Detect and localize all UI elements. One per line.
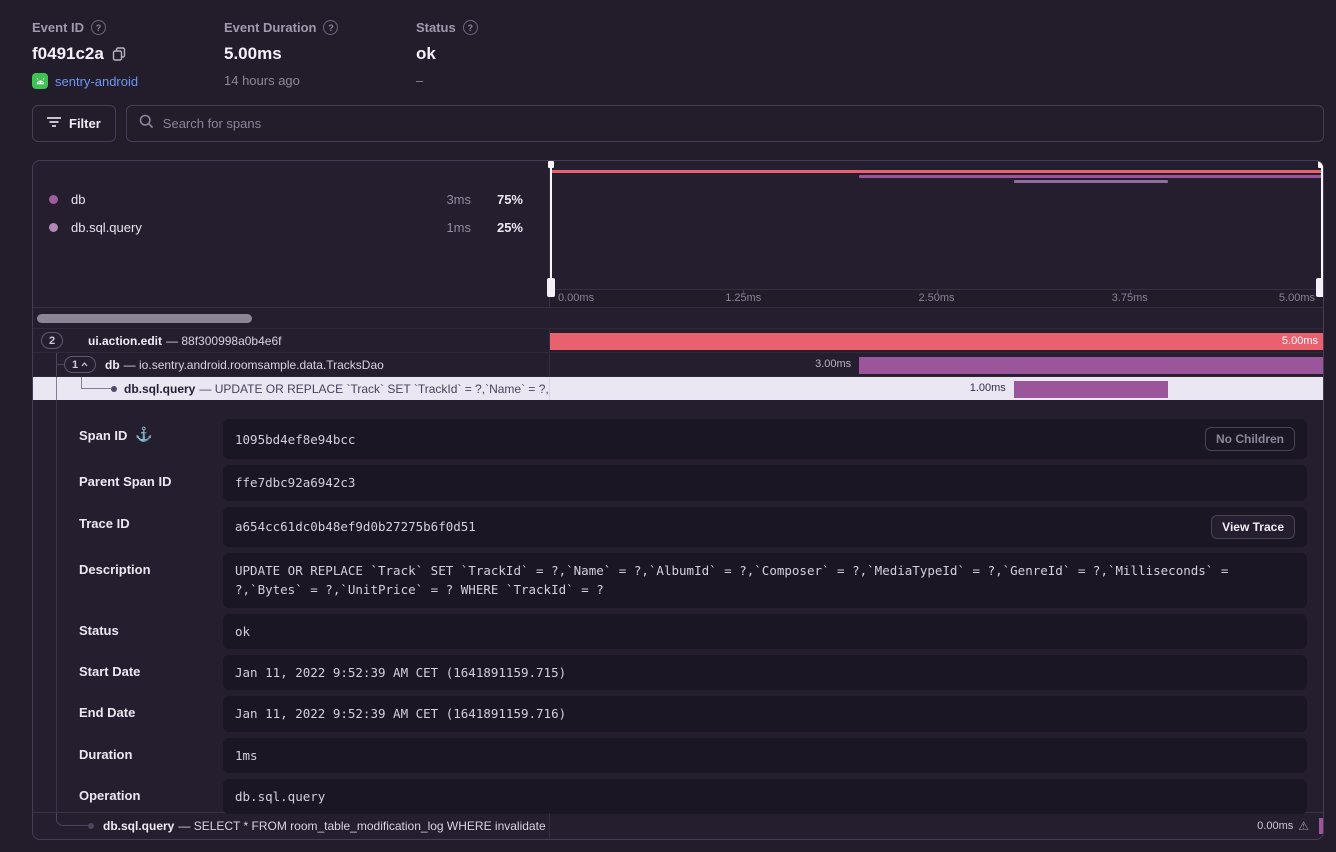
minimap-span-db — [859, 175, 1323, 178]
detail-row-duration: Duration 1ms — [47, 738, 1307, 773]
tree-elbow-connector — [56, 813, 88, 826]
span-desc: SELECT * FROM room_table_modification_lo… — [194, 819, 546, 833]
span-desc: io.sentry.android.roomsample.data.Tracks… — [139, 358, 384, 372]
legend-item-db-sql-query[interactable]: db.sql.query 1ms 25% — [33, 213, 549, 241]
op-breakdown-legend: db 3ms 75% db.sql.query 1ms 25% — [33, 161, 550, 289]
scrollbar-thumb[interactable] — [37, 314, 252, 323]
span-id-value: 1095bd4ef8e94bcc — [235, 430, 1205, 449]
minimap-span-db-sql-query — [1014, 180, 1169, 183]
op-color-dot — [49, 195, 58, 204]
spans-toolbar: Filter — [0, 105, 1336, 142]
status-sub: – — [416, 73, 423, 88]
detail-row-end-date: End Date Jan 11, 2022 9:52:39 AM CET (16… — [47, 696, 1307, 731]
span-duration: 1.00ms — [936, 382, 1006, 394]
parent-span-id-value: ffe7dbc92a6942c3 — [235, 473, 1295, 492]
span-duration: 0.00ms — [1257, 820, 1293, 832]
axis-tick: 1.25ms — [725, 292, 761, 304]
filter-icon — [47, 116, 61, 131]
end-date-value: Jan 11, 2022 9:52:39 AM CET (1641891159.… — [235, 704, 1295, 723]
event-header: Event ID ? f0491c2a sentry-android Event… — [0, 0, 1336, 89]
status-value: ok — [416, 44, 436, 64]
span-op: db.sql.query — [124, 382, 195, 396]
detail-row-parent-span-id: Parent Span ID ffe7dbc92a6942c3 — [47, 465, 1307, 500]
event-id-value: f0491c2a — [32, 44, 104, 64]
children-count-pill[interactable]: 1 — [64, 356, 96, 373]
filter-button-label: Filter — [69, 116, 101, 131]
warning-icon: ⚠ — [1298, 819, 1309, 833]
status-detail-value: ok — [235, 622, 1295, 641]
project-link[interactable]: sentry-android — [55, 74, 138, 89]
tree-horizontal-scrollbar[interactable] — [33, 307, 1323, 329]
time-axis: 0.00ms 1.25ms 2.50ms 3.75ms 5.00ms — [550, 289, 1323, 307]
span-bar[interactable] — [859, 357, 1323, 374]
search-icon — [139, 114, 154, 134]
span-op: db.sql.query — [103, 819, 174, 833]
axis-tick: 0.00ms — [558, 292, 594, 304]
axis-tick: 2.50ms — [918, 292, 954, 304]
legend-item-db[interactable]: db 3ms 75% — [33, 185, 549, 213]
detail-row-trace-id: Trace ID a654cc61dc0b48ef9d0b27275b6f0d5… — [47, 507, 1307, 547]
filter-button[interactable]: Filter — [32, 105, 116, 142]
minimap-span-ui-action-edit — [550, 170, 1323, 173]
trace-minimap[interactable] — [550, 161, 1323, 289]
event-duration-label: Event Duration — [224, 20, 316, 35]
event-id-label: Event ID — [32, 20, 84, 35]
span-desc: UPDATE OR REPLACE `Track` SET `TrackId` … — [215, 382, 550, 396]
detail-row-status: Status ok — [47, 614, 1307, 649]
anchor-icon[interactable]: ⚓ — [135, 426, 152, 443]
trace-id-value: a654cc61dc0b48ef9d0b27275b6f0d51 — [235, 517, 1211, 536]
detail-row-start-date: Start Date Jan 11, 2022 9:52:39 AM CET (… — [47, 655, 1307, 690]
op-color-dot — [49, 223, 58, 232]
axis-tick: 3.75ms — [1112, 292, 1148, 304]
span-row-ui-action-edit[interactable]: 2 ui.action.edit— 88f300998a0b4e6f 5.00m… — [33, 328, 1323, 352]
chevron-up-icon — [81, 362, 88, 367]
event-id-block: Event ID ? f0491c2a sentry-android — [32, 20, 224, 89]
help-icon[interactable]: ? — [463, 20, 478, 35]
copy-icon[interactable] — [112, 47, 126, 61]
start-date-value: Jan 11, 2022 9:52:39 AM CET (1641891159.… — [235, 663, 1295, 682]
span-duration: 5.00ms — [1282, 335, 1323, 347]
span-row-db[interactable]: 1 db— io.sentry.android.roomsample.data.… — [33, 352, 1323, 376]
event-duration-value: 5.00ms — [224, 44, 282, 64]
span-tree: 2 ui.action.edit— 88f300998a0b4e6f 5.00m… — [33, 328, 1323, 400]
span-desc: 88f300998a0b4e6f — [181, 334, 281, 348]
span-search[interactable] — [126, 105, 1324, 142]
trace-view-panel: db 3ms 75% db.sql.query 1ms 25% 0 — [32, 160, 1324, 840]
span-op: ui.action.edit — [88, 334, 162, 348]
minimap-right-handle[interactable] — [1321, 161, 1323, 289]
event-time-ago: 14 hours ago — [224, 73, 300, 88]
detail-row-span-id: Span ID ⚓ 1095bd4ef8e94bcc No Children — [47, 419, 1307, 459]
event-duration-block: Event Duration ? 5.00ms 14 hours ago — [224, 20, 416, 89]
zero-duration-marker — [1319, 818, 1323, 834]
span-bar[interactable]: 5.00ms — [550, 333, 1323, 350]
span-row-db-sql-query-selected[interactable]: db.sql.query— UPDATE OR REPLACE `Track` … — [33, 376, 1323, 400]
children-count-pill[interactable]: 2 — [41, 332, 63, 349]
search-input[interactable] — [163, 116, 1311, 131]
span-op: db — [105, 358, 120, 372]
help-icon[interactable]: ? — [91, 20, 106, 35]
detail-row-description: Description UPDATE OR REPLACE `Track` SE… — [47, 553, 1307, 608]
detail-row-operation: Operation db.sql.query — [47, 779, 1307, 814]
minimap-left-handle[interactable] — [550, 161, 552, 289]
span-bar[interactable] — [1014, 381, 1169, 398]
no-children-badge: No Children — [1205, 427, 1295, 451]
help-icon[interactable]: ? — [323, 20, 338, 35]
span-row-db-sql-query-select[interactable]: db.sql.query— SELECT * FROM room_table_m… — [33, 812, 1323, 839]
status-block: Status ? ok – — [416, 20, 608, 89]
operation-value: db.sql.query — [235, 787, 1295, 806]
span-duration: 3.00ms — [781, 358, 851, 370]
android-platform-icon — [32, 73, 48, 89]
description-value: UPDATE OR REPLACE `Track` SET `TrackId` … — [235, 561, 1295, 600]
duration-value: 1ms — [235, 746, 1295, 765]
status-label: Status — [416, 20, 456, 35]
span-details: Span ID ⚓ 1095bd4ef8e94bcc No Children P… — [33, 400, 1323, 812]
view-trace-button[interactable]: View Trace — [1211, 515, 1295, 539]
axis-tick: 5.00ms — [1279, 292, 1315, 304]
